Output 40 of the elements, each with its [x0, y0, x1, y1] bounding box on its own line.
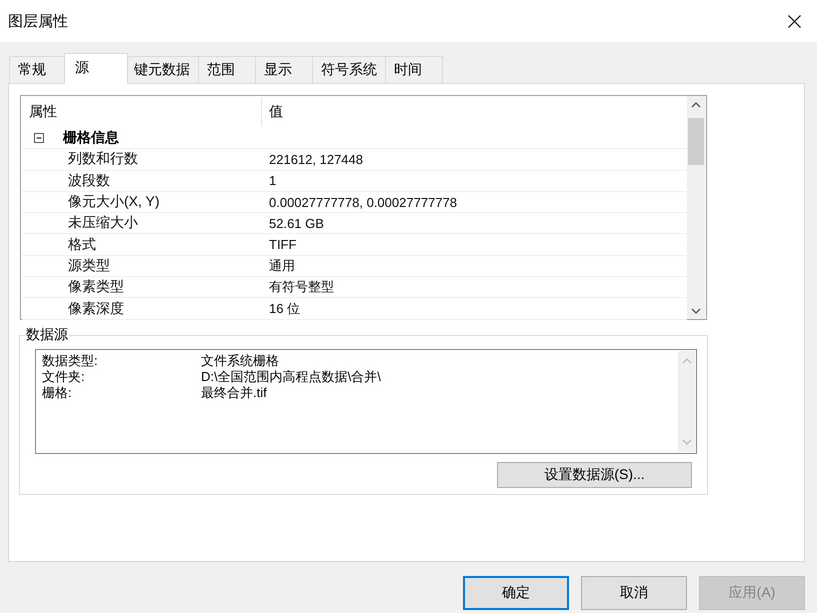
- source-value: D:\全国范围内高程点数据\合并\: [201, 368, 381, 386]
- property-name: 波段数: [67, 172, 111, 190]
- source-label: 栅格:: [42, 384, 73, 402]
- close-icon[interactable]: [788, 14, 801, 28]
- group-title: 数据源: [25, 326, 69, 344]
- scrollbar-thumb[interactable]: [688, 118, 704, 165]
- property-value: 52.61 GB: [268, 216, 324, 231]
- window-title: 图层属性: [8, 12, 68, 30]
- source-value: 最终合并.tif: [201, 384, 267, 402]
- property-value: 有符号整型: [268, 278, 334, 296]
- source-info-box[interactable]: 数据类型: 文件系统栅格 文件夹: D:\全国范围内高程点数据\合并\ 栅格: 最终合并.tif: [35, 349, 697, 454]
- property-value: 221612, 127448: [268, 152, 363, 167]
- property-name: 源类型: [67, 256, 111, 275]
- source-label: 文件夹:: [42, 368, 86, 386]
- property-value: 通用: [268, 256, 295, 275]
- property-name: 格式: [67, 236, 97, 254]
- property-name: 列数和行数: [67, 150, 139, 168]
- tab[interactable]: 常规: [9, 56, 67, 83]
- source-value: 文件系统栅格: [201, 352, 279, 370]
- tab[interactable]: 源: [64, 53, 128, 84]
- group-header: 栅格信息: [63, 129, 119, 148]
- property-name: 未压缩大小: [67, 214, 139, 232]
- property-value: TIFF: [268, 237, 296, 252]
- set-data-source-button[interactable]: 设置数据源(S)...: [497, 462, 692, 488]
- column-header[interactable]: 值: [262, 96, 687, 128]
- collapse-icon[interactable]: [34, 133, 44, 144]
- property-name: 像元大小(X, Y): [67, 193, 161, 212]
- chevron-down-icon[interactable]: [691, 308, 701, 315]
- tab[interactable]: 时间: [385, 56, 443, 83]
- scrollbar[interactable]: [687, 96, 705, 319]
- source-label: 数据类型:: [42, 352, 99, 370]
- property-value: 0.00027777778, 0.00027777778: [268, 194, 457, 210]
- property-value: 1: [268, 173, 276, 188]
- column-header[interactable]: 属性: [22, 98, 262, 126]
- property-name: 像素类型: [67, 278, 125, 296]
- property-name: 像素深度: [67, 300, 125, 318]
- dialog-button[interactable]: 确定: [463, 576, 569, 610]
- dialog-button[interactable]: 取消: [581, 576, 687, 610]
- property-value: 16 位: [268, 300, 300, 318]
- chevron-up-icon[interactable]: [691, 101, 701, 108]
